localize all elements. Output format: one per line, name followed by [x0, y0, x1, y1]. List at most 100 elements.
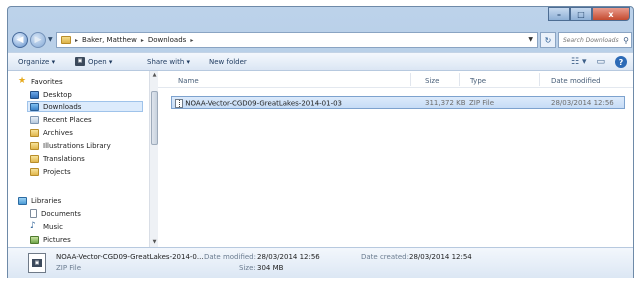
nav-libraries-header[interactable]: Libraries	[18, 195, 61, 206]
sidebar-item-recent-places[interactable]: Recent Places	[30, 114, 92, 125]
sidebar-item-translations[interactable]: Translations	[30, 153, 85, 164]
file-row[interactable]: NOAA-Vector-CGD09-GreatLakes-2014-01-03 …	[171, 96, 625, 109]
sidebar-item-illustrations-library[interactable]: Illustrations Library	[30, 140, 111, 151]
command-bar: Organize ▾ ▣ Open ▾ Share with ▾ New fol…	[8, 52, 633, 71]
breadcrumb-separator: ▸	[140, 36, 144, 44]
recent-places-icon	[30, 115, 39, 124]
column-header-date-modified[interactable]: Date modified	[551, 77, 601, 85]
address-dropdown[interactable]: ▼	[528, 36, 533, 43]
details-date-created-label: Date created:	[361, 253, 409, 261]
column-headers: Name Size Type Date modified	[158, 71, 633, 88]
refresh-button[interactable]: ↻	[540, 32, 556, 48]
help-icon[interactable]: ?	[615, 56, 627, 68]
preview-pane-icon[interactable]: ▭	[596, 57, 605, 67]
title-bar: – □ x	[8, 7, 633, 29]
folder-icon	[30, 167, 39, 176]
toolbar-right: ☷ ▾ ▭ ?	[571, 56, 627, 68]
nav-libraries-label: Libraries	[31, 196, 62, 205]
music-icon: ♪	[30, 221, 36, 231]
sidebar-item-downloads[interactable]: Downloads	[27, 101, 143, 112]
details-size-label: Size:	[239, 264, 256, 272]
file-type: ZIP File	[469, 99, 495, 107]
sidebar-item-pictures[interactable]: Pictures	[30, 234, 71, 245]
column-divider[interactable]	[410, 73, 411, 86]
sidebar-item-projects[interactable]: Projects	[30, 166, 71, 177]
breadcrumb-separator: ▸	[75, 36, 79, 44]
search-input[interactable]	[563, 36, 623, 44]
sidebar-item-desktop[interactable]: Desktop	[30, 89, 72, 100]
column-divider[interactable]	[539, 73, 540, 86]
sidebar-item-label: Pictures	[43, 235, 71, 244]
forward-button[interactable]: ▶	[30, 32, 46, 48]
column-divider[interactable]	[459, 73, 460, 86]
sidebar-item-label: Desktop	[43, 90, 72, 99]
file-list: Name Size Type Date modified NOAA-Vector…	[158, 71, 633, 247]
folder-icon	[30, 128, 39, 137]
zip-file-icon: ▣	[32, 259, 42, 267]
details-size: 304 MB	[257, 264, 284, 272]
open-app-icon: ▣	[75, 57, 85, 66]
sidebar-item-label: Projects	[43, 167, 71, 176]
maximize-button[interactable]: □	[570, 7, 592, 21]
open-button[interactable]: ▣ Open ▾	[75, 57, 112, 66]
recent-pages-dropdown[interactable]: ▼	[48, 36, 53, 43]
scroll-up-arrow[interactable]: ▲	[151, 72, 158, 78]
sidebar-item-label: Documents	[41, 209, 81, 218]
sidebar-item-label: Music	[43, 222, 63, 231]
breadcrumb-separator[interactable]: ▸	[190, 37, 193, 44]
details-file-type: ZIP File	[56, 264, 82, 272]
scroll-down-arrow[interactable]: ▼	[151, 239, 158, 245]
file-size: 311,372 KB	[425, 99, 466, 107]
file-name-cell: NOAA-Vector-CGD09-GreatLakes-2014-01-03	[175, 99, 342, 108]
minimize-button[interactable]: –	[548, 7, 570, 21]
details-pane: ▣ NOAA-Vector-CGD09-GreatLakes-2014-0...…	[8, 247, 633, 278]
breadcrumb-user[interactable]: Baker, Matthew	[82, 36, 137, 44]
details-date-modified-label: Date modified:	[204, 253, 256, 261]
back-button[interactable]: ◀	[12, 32, 28, 48]
file-thumbnail: ▣	[28, 253, 46, 273]
zip-file-icon	[175, 99, 183, 108]
search-box[interactable]: ⚲	[558, 32, 632, 48]
sidebar-item-documents[interactable]: Documents	[30, 208, 81, 219]
desktop-icon	[30, 90, 39, 99]
details-date-created: 28/03/2014 12:54	[409, 253, 472, 261]
details-file-name: NOAA-Vector-CGD09-GreatLakes-2014-0...	[56, 253, 204, 261]
folder-icon	[30, 154, 39, 163]
sidebar-item-label: Translations	[43, 154, 85, 163]
document-icon	[30, 209, 37, 218]
navigation-pane: ★ Favorites Desktop Downloads Recent Pla…	[8, 71, 158, 247]
sidebar-item-music[interactable]: ♪ Music	[30, 221, 63, 232]
address-row: ◀ ▶ ▼ ▸ Baker, Matthew ▸ Downloads ▸ ▼ ↻…	[8, 29, 633, 51]
file-date-modified: 28/03/2014 12:56	[551, 99, 614, 107]
new-folder-label: New folder	[209, 57, 247, 66]
column-header-size[interactable]: Size	[425, 77, 439, 85]
search-icon[interactable]: ⚲	[623, 36, 631, 45]
scroll-thumb[interactable]	[151, 91, 158, 145]
sidebar-item-label: Archives	[43, 128, 73, 137]
change-view-icon[interactable]: ☷ ▾	[571, 57, 586, 67]
close-button[interactable]: x	[592, 7, 630, 21]
column-header-type[interactable]: Type	[470, 77, 486, 85]
explorer-window: – □ x ◀ ▶ ▼ ▸ Baker, Matthew ▸ Downloads…	[7, 6, 634, 278]
sidebar-item-label: Recent Places	[43, 115, 92, 124]
folder-icon	[61, 36, 71, 44]
nav-favorites-header[interactable]: ★ Favorites	[18, 76, 63, 87]
share-with-button[interactable]: Share with ▾	[147, 58, 190, 66]
sidebar-item-label: Downloads	[43, 102, 82, 111]
downloads-icon	[30, 102, 39, 111]
breadcrumb-downloads[interactable]: Downloads	[148, 36, 186, 44]
sidebar-item-archives[interactable]: Archives	[30, 127, 73, 138]
new-folder-button[interactable]: New folder	[209, 58, 247, 66]
share-with-label: Share with ▾	[147, 57, 191, 66]
organize-button[interactable]: Organize ▾	[18, 58, 55, 66]
file-name: NOAA-Vector-CGD09-GreatLakes-2014-01-03	[185, 99, 343, 108]
nav-scrollbar[interactable]: ▲ ▼	[149, 71, 158, 247]
details-date-modified: 28/03/2014 12:56	[257, 253, 320, 261]
open-label: Open ▾	[88, 57, 113, 66]
column-header-name[interactable]: Name	[178, 77, 199, 85]
address-bar[interactable]: ▸ Baker, Matthew ▸ Downloads ▸ ▼	[56, 32, 538, 48]
libraries-icon	[18, 196, 27, 205]
window-controls: – □ x	[548, 7, 630, 21]
folder-icon	[30, 141, 39, 150]
nav-favorites-label: Favorites	[31, 77, 63, 86]
